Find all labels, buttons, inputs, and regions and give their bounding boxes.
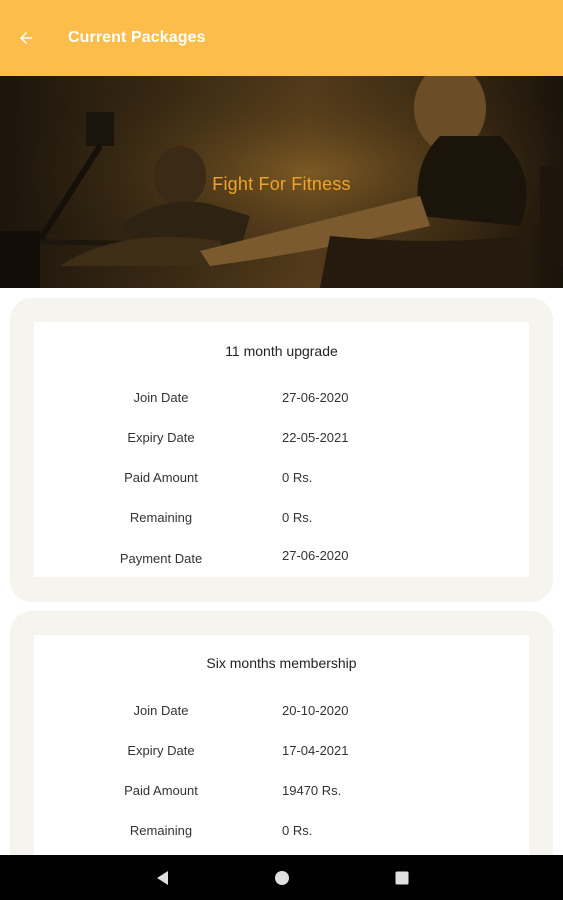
- nav-back-button[interactable]: [132, 855, 192, 900]
- payment-date-label: Payment Date: [119, 551, 203, 566]
- app-bar: Current Packages: [0, 0, 563, 76]
- join-date-label: Join Date: [133, 390, 189, 405]
- circle-home-icon: [275, 870, 289, 885]
- paid-amount-value: 19470 Rs.: [282, 783, 342, 798]
- package-card-body: Six months membership Join Date 20-10-20…: [34, 635, 529, 855]
- system-navigation-bar: [0, 855, 563, 900]
- expiry-date-label: Expiry Date: [127, 743, 195, 758]
- page-title: Current Packages: [68, 29, 206, 46]
- expiry-date-value: 17-04-2021: [282, 743, 349, 758]
- remaining-value: 0 Rs.: [282, 510, 313, 525]
- remaining-label: Remaining: [129, 823, 193, 838]
- package-card: Six months membership Join Date 20-10-20…: [10, 611, 553, 855]
- paid-amount-value: 0 Rs.: [282, 470, 313, 485]
- package-card-body: 11 month upgrade Join Date 27-06-2020 Ex…: [34, 322, 529, 577]
- paid-amount-label: Paid Amount: [124, 783, 198, 798]
- back-button[interactable]: [0, 0, 52, 76]
- banner-title: Fight For Fitness: [212, 174, 351, 194]
- packages-list[interactable]: 11 month upgrade Join Date 27-06-2020 Ex…: [0, 288, 563, 855]
- nav-recents-button[interactable]: [372, 855, 432, 900]
- join-date-value: 27-06-2020: [282, 390, 349, 405]
- payment-date-value: 27-06-2020: [282, 548, 349, 563]
- expiry-date-value: 22-05-2021: [282, 430, 349, 445]
- paid-amount-label: Paid Amount: [124, 470, 198, 485]
- package-name: 11 month upgrade: [225, 343, 338, 359]
- triangle-back-icon: [157, 870, 168, 885]
- join-date-value: 20-10-2020: [282, 703, 349, 718]
- square-recents-icon: [395, 871, 409, 884]
- remaining-value: 0 Rs.: [282, 823, 313, 838]
- expiry-date-label: Expiry Date: [127, 430, 195, 445]
- hero-banner: Fight For Fitness: [0, 76, 563, 288]
- nav-home-button[interactable]: [252, 855, 312, 900]
- package-name: Six months membership: [206, 655, 357, 671]
- package-card: 11 month upgrade Join Date 27-06-2020 Ex…: [10, 298, 553, 602]
- join-date-label: Join Date: [133, 703, 189, 718]
- remaining-label: Remaining: [129, 510, 193, 525]
- arrow-left-icon: [20, 32, 32, 44]
